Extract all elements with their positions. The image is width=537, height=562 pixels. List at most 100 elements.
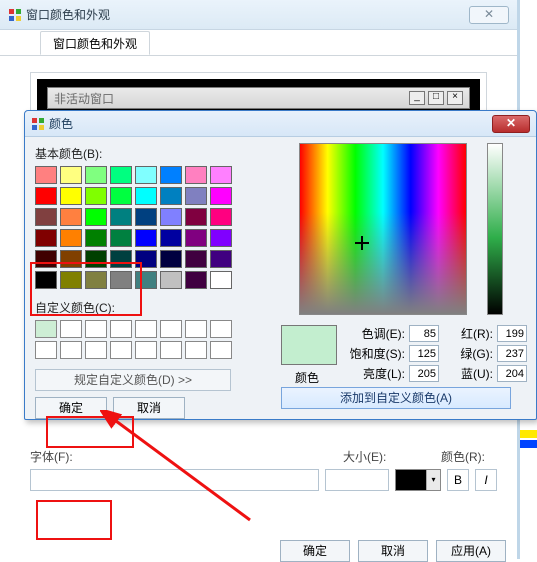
color-sample xyxy=(281,325,337,365)
custom-swatch[interactable] xyxy=(35,341,57,359)
appearance-title: 窗口颜色和外观 xyxy=(26,6,469,23)
swatch[interactable] xyxy=(60,250,82,268)
close-icon: × xyxy=(447,91,463,105)
custom-swatch[interactable] xyxy=(185,320,207,338)
swatch[interactable] xyxy=(35,271,57,289)
swatch[interactable] xyxy=(210,166,232,184)
blue-input[interactable] xyxy=(497,365,527,382)
swatch[interactable] xyxy=(135,271,157,289)
swatch[interactable] xyxy=(210,250,232,268)
italic-button[interactable]: I xyxy=(475,469,497,491)
swatch[interactable] xyxy=(160,229,182,247)
swatch[interactable] xyxy=(60,187,82,205)
swatch[interactable] xyxy=(35,166,57,184)
swatch[interactable] xyxy=(110,271,132,289)
swatch[interactable] xyxy=(85,271,107,289)
swatch[interactable] xyxy=(160,250,182,268)
add-to-custom-button[interactable]: 添加到自定义颜色(A) xyxy=(281,387,511,409)
custom-swatch[interactable] xyxy=(110,341,132,359)
swatch[interactable] xyxy=(110,229,132,247)
swatch[interactable] xyxy=(110,250,132,268)
cancel-button[interactable]: 取消 xyxy=(113,397,185,419)
swatch[interactable] xyxy=(160,208,182,226)
swatch[interactable] xyxy=(135,250,157,268)
luminance-slider[interactable] xyxy=(487,143,503,315)
custom-swatch[interactable] xyxy=(60,320,82,338)
swatch[interactable] xyxy=(160,187,182,205)
custom-swatch[interactable] xyxy=(110,320,132,338)
color-label: 颜色(R): xyxy=(441,448,497,465)
swatch[interactable] xyxy=(185,166,207,184)
swatch[interactable] xyxy=(35,250,57,268)
sat-input[interactable] xyxy=(409,345,439,362)
swatch[interactable] xyxy=(160,166,182,184)
font-select[interactable] xyxy=(30,469,319,491)
preview-inactive-title: 非活动窗口 xyxy=(54,90,409,107)
swatch[interactable] xyxy=(110,166,132,184)
swatch[interactable] xyxy=(85,229,107,247)
color-dialog: 颜色 ✕ 基本颜色(B): 自定义颜色(C): 规定自定义颜色(D) >> 确定… xyxy=(24,110,537,420)
ok-button[interactable]: 确定 xyxy=(35,397,107,419)
blue-bar xyxy=(519,440,537,448)
custom-color-grid xyxy=(35,320,281,359)
color-sample-label: 颜色 xyxy=(295,369,319,386)
define-custom-button[interactable]: 规定自定义颜色(D) >> xyxy=(35,369,231,391)
swatch[interactable] xyxy=(35,187,57,205)
custom-swatch[interactable] xyxy=(185,341,207,359)
swatch[interactable] xyxy=(160,271,182,289)
red-input[interactable] xyxy=(497,325,527,342)
custom-swatch[interactable] xyxy=(60,341,82,359)
sat-label: 饱和度(S): xyxy=(347,345,409,362)
swatch[interactable] xyxy=(110,187,132,205)
custom-swatch[interactable] xyxy=(85,320,107,338)
blue-label: 蓝(U): xyxy=(443,365,497,382)
lum-input[interactable] xyxy=(409,365,439,382)
swatch[interactable] xyxy=(85,166,107,184)
swatch[interactable] xyxy=(60,229,82,247)
swatch[interactable] xyxy=(135,166,157,184)
swatch[interactable] xyxy=(85,208,107,226)
close-icon[interactable]: ✕ xyxy=(492,115,530,133)
swatch[interactable] xyxy=(210,271,232,289)
swatch[interactable] xyxy=(60,271,82,289)
swatch[interactable] xyxy=(35,208,57,226)
crosshair-icon xyxy=(355,236,369,250)
color-select[interactable]: ▾ xyxy=(395,469,441,491)
tab-appearance[interactable]: 窗口颜色和外观 xyxy=(40,31,150,55)
custom-swatch[interactable] xyxy=(35,320,57,338)
custom-swatch[interactable] xyxy=(210,341,232,359)
swatch[interactable] xyxy=(135,208,157,226)
swatch[interactable] xyxy=(210,187,232,205)
color-dialog-title: 颜色 xyxy=(49,115,492,132)
hue-input[interactable] xyxy=(409,325,439,342)
swatch[interactable] xyxy=(210,229,232,247)
custom-swatch[interactable] xyxy=(210,320,232,338)
swatch[interactable] xyxy=(85,187,107,205)
swatch[interactable] xyxy=(185,271,207,289)
green-input[interactable] xyxy=(497,345,527,362)
hue-sat-picker[interactable] xyxy=(299,143,467,315)
preview-window-buttons: _ □ × xyxy=(409,91,463,105)
swatch[interactable] xyxy=(60,166,82,184)
custom-swatch[interactable] xyxy=(135,341,157,359)
size-select[interactable] xyxy=(325,469,389,491)
swatch[interactable] xyxy=(135,187,157,205)
close-icon[interactable]: ✕ xyxy=(469,6,509,24)
custom-swatch[interactable] xyxy=(85,341,107,359)
swatch[interactable] xyxy=(35,229,57,247)
custom-swatch[interactable] xyxy=(160,341,182,359)
basic-colors-label: 基本颜色(B): xyxy=(35,145,281,162)
swatch[interactable] xyxy=(185,208,207,226)
swatch[interactable] xyxy=(110,208,132,226)
swatch[interactable] xyxy=(60,208,82,226)
bold-button[interactable]: B xyxy=(447,469,469,491)
yellow-bar xyxy=(519,430,537,438)
swatch[interactable] xyxy=(185,250,207,268)
custom-swatch[interactable] xyxy=(135,320,157,338)
swatch[interactable] xyxy=(210,208,232,226)
custom-swatch[interactable] xyxy=(160,320,182,338)
swatch[interactable] xyxy=(185,229,207,247)
swatch[interactable] xyxy=(185,187,207,205)
swatch[interactable] xyxy=(135,229,157,247)
swatch[interactable] xyxy=(85,250,107,268)
